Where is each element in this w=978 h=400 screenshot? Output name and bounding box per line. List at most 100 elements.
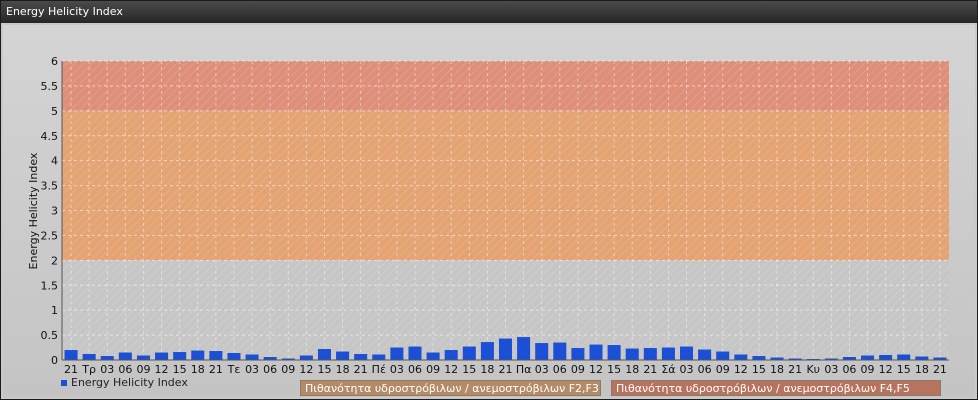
bar-13 [299, 355, 313, 360]
bar-0 [64, 350, 78, 360]
bar-22 [462, 346, 476, 360]
bar-26 [535, 343, 549, 360]
bar-47 [915, 356, 929, 360]
x-tick-label-44: 09 [861, 363, 875, 376]
x-tick-label-14: 15 [317, 363, 331, 376]
x-tick-label-30: 15 [607, 363, 621, 376]
x-tick-label-34: 03 [680, 363, 694, 376]
bar-44 [861, 355, 875, 360]
x-tick-label-10: 03 [245, 363, 259, 376]
x-tick-label-40: 21 [788, 363, 802, 376]
bar-29 [589, 344, 603, 360]
x-tick-label-2: 03 [100, 363, 114, 376]
x-tick-label-11: 06 [263, 363, 277, 376]
y-tick-label-3: 1.5 [41, 279, 59, 292]
x-tick-label-21: 12 [444, 363, 458, 376]
x-tick-label-7: 18 [191, 363, 205, 376]
x-tick-label-26: 03 [535, 363, 549, 376]
y-tick-label-6: 3 [51, 205, 58, 218]
zone-label-f4f5: Πιθανότητα υδροστρόβιλων / ανεμοστρόβιλω… [611, 380, 941, 396]
bar-4 [136, 355, 150, 360]
x-tick-label-45: 12 [879, 363, 893, 376]
y-tick-label-8: 4 [51, 155, 58, 168]
x-tick-label-35: 06 [698, 363, 712, 376]
bar-14 [317, 349, 331, 360]
y-tick-label-12: 6 [51, 55, 58, 68]
x-tick-label-18: 03 [390, 363, 404, 376]
bar-17 [372, 354, 386, 360]
x-tick-label-28: 09 [571, 363, 585, 376]
bar-45 [879, 355, 893, 360]
bar-6 [173, 352, 187, 360]
bar-34 [680, 346, 694, 360]
x-tick-label-5: 12 [155, 363, 169, 376]
x-tick-label-32: 21 [643, 363, 657, 376]
x-tick-label-19: 06 [408, 363, 422, 376]
y-tick-label-11: 5.5 [41, 80, 59, 93]
x-tick-label-27: 06 [553, 363, 567, 376]
bar-20 [426, 352, 440, 360]
x-tick-label-31: 18 [625, 363, 639, 376]
energy-helicity-chart: 00.511.522.533.544.555.5621 Τρ 03 06 09 12 15 1… [27, 55, 949, 376]
x-tick-label-9: Τε [227, 363, 241, 376]
x-tick-label-33: Σά [661, 363, 675, 376]
bar-16 [354, 354, 368, 360]
bar-28 [571, 348, 585, 360]
bar-27 [553, 342, 567, 360]
x-tick-label-12: 09 [281, 363, 295, 376]
bar-31 [625, 348, 639, 360]
bar-36 [716, 351, 730, 360]
bar-24 [498, 338, 513, 360]
bar-10 [245, 354, 259, 360]
x-tick-label-24: 21 [499, 363, 513, 376]
chart-window: Energy Helicity Index 0 0.5 1 1.5 2 2.5 3 3.5 4 4… [0, 0, 978, 400]
bar-5 [155, 352, 169, 360]
x-tick-label-41: Κυ [806, 363, 820, 376]
y-tick-label-10: 5 [51, 105, 58, 118]
zone-label-f2f3: Πιθανότητα υδροστρόβιλων / ανεμοστρόβιλω… [300, 380, 601, 396]
legend-label: Energy Helicity Index [71, 376, 188, 389]
x-tick-label-16: 21 [354, 363, 368, 376]
x-tick-label-36: 09 [716, 363, 730, 376]
y-tick-label-4: 2 [51, 254, 58, 267]
x-tick-label-46: 15 [897, 363, 911, 376]
x-tick-label-6: 15 [173, 363, 187, 376]
x-tick-label-42: 03 [824, 363, 838, 376]
bar-37 [734, 354, 748, 360]
y-tick-label-5: 2.5 [41, 229, 59, 242]
x-tick-label-39: 18 [770, 363, 784, 376]
x-tick-label-0: 21 [64, 363, 78, 376]
x-tick-label-22: 15 [462, 363, 476, 376]
bar-35 [698, 349, 712, 360]
x-tick-label-15: 18 [336, 363, 350, 376]
x-tick-label-43: 06 [842, 363, 856, 376]
x-tick-label-48: 21 [933, 363, 947, 376]
x-tick-label-8: 21 [209, 363, 223, 376]
x-tick-label-37: 12 [734, 363, 748, 376]
x-tick-label-47: 18 [915, 363, 929, 376]
bar-32 [643, 348, 657, 360]
bar-2 [100, 356, 114, 360]
x-tick-label-4: 09 [136, 363, 150, 376]
bar-1 [82, 354, 96, 360]
y-tick-label-1: 0.5 [41, 329, 59, 342]
bar-21 [444, 350, 458, 360]
bar-7 [191, 350, 205, 360]
bar-15 [336, 351, 350, 360]
bar-38 [752, 356, 766, 360]
y-tick-label-2: 1 [51, 304, 58, 317]
x-tick-label-25: Πα [516, 363, 532, 376]
bar-33 [661, 347, 675, 360]
x-tick-label-17: Πέ [372, 363, 386, 376]
bar-30 [607, 345, 621, 360]
chart-legend[interactable]: Energy Helicity Index [61, 376, 188, 389]
x-tick-label-13: 12 [299, 363, 313, 376]
bar-3 [118, 352, 132, 360]
y-tick-label-9: 4.5 [41, 130, 59, 143]
legend-swatch [61, 379, 67, 386]
y-tick-label-0: 0 [51, 354, 58, 367]
bar-8 [209, 351, 223, 360]
x-tick-label-20: 09 [426, 363, 440, 376]
x-tick-label-29: 12 [589, 363, 603, 376]
y-tick-label-7: 3.5 [41, 180, 59, 193]
